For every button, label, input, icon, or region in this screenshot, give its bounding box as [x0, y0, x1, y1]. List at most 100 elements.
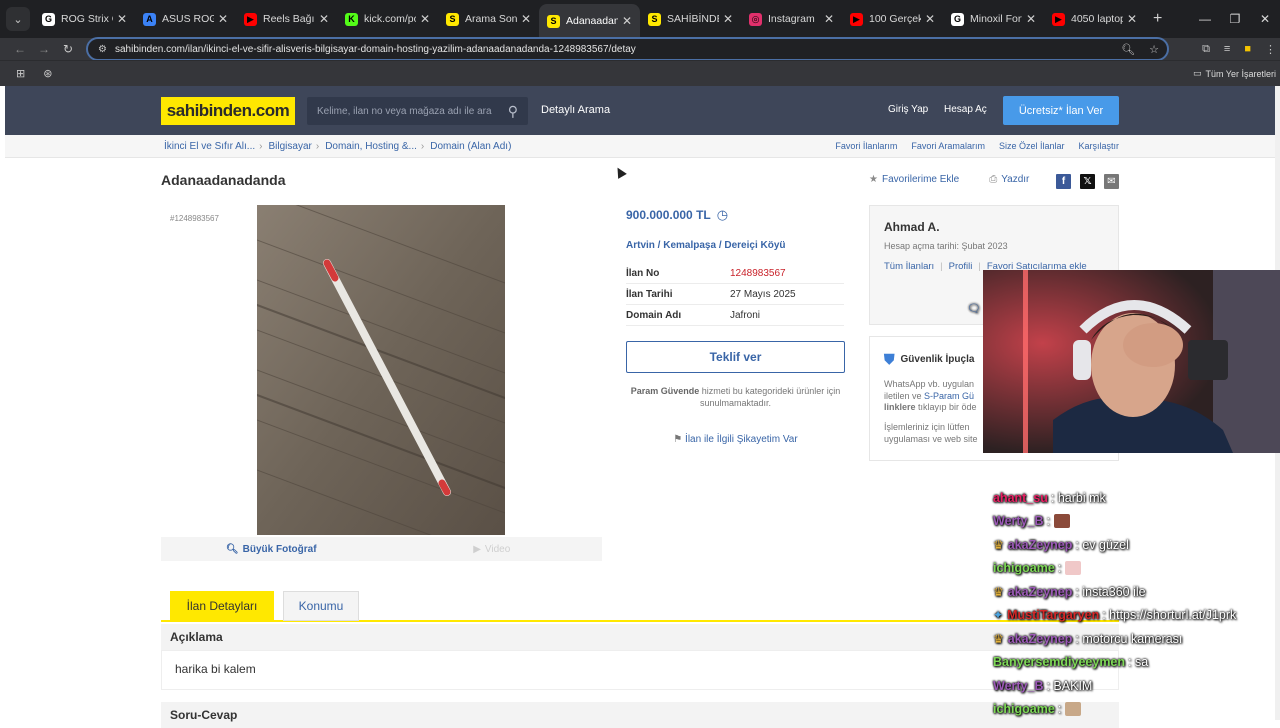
tab-search-button[interactable]: ⌄ [6, 7, 30, 31]
info-value: 27 Mayıs 2025 [730, 288, 796, 300]
register-link[interactable]: Hesap Aç [944, 104, 987, 115]
chat-text: : BAKIM [1046, 678, 1093, 693]
site-logo[interactable]: sahibinden.com [161, 97, 295, 125]
apps-icon[interactable]: ⊞ [16, 67, 25, 80]
chat-username[interactable]: akaZeynep [1008, 632, 1073, 646]
big-photo-button[interactable]: 🔍︎ Büyük Fotoğraf [161, 537, 382, 561]
facebook-icon[interactable]: f [1056, 174, 1071, 189]
breadcrumb-item[interactable]: Bilgisayar [268, 141, 311, 152]
tab-close-icon[interactable]: ✕ [420, 12, 430, 26]
user-link[interactable]: Favori Aramalarım [911, 141, 985, 151]
chat-username[interactable]: Banyersemdiyeeymen [993, 655, 1125, 669]
chat-username[interactable]: akaZeynep [1008, 585, 1073, 599]
chat-username[interactable]: Werty_B [993, 514, 1043, 528]
site-info-icon[interactable]: ⚙ [98, 44, 107, 55]
tab-favicon-icon: ▶ [1052, 12, 1065, 26]
seller-profile-link[interactable]: Profili [949, 261, 973, 272]
breadcrumb-item[interactable]: Domain (Alan Adı) [430, 141, 511, 152]
browser-tab[interactable]: Kkick.com/pope ✕ [337, 4, 438, 34]
reload-icon[interactable]: ↻ [56, 42, 80, 56]
streamer-webcam-image [983, 270, 1280, 453]
forward-icon[interactable]: → [32, 42, 56, 56]
chat-text: : motorcu kamerası [1075, 631, 1183, 646]
browser-tab[interactable]: ◎ Instagram ✕ [741, 4, 842, 34]
new-tab-button[interactable]: + [1153, 10, 1162, 28]
address-bar[interactable]: ⚙ sahibinden.com/ilan/ikinci-el-ve-sifir… [86, 37, 1169, 61]
tab-close-icon[interactable]: ✕ [1026, 12, 1036, 26]
chat-message: ✦ MustiTargaryen: https://shorturl.at/J1p… [993, 604, 1280, 628]
folder-icon: ▭ [1192, 68, 1202, 78]
print-button[interactable]: ⎙ Yazdır [989, 174, 1029, 185]
browser-tab[interactable]: S SAHİBİNDEN M ✕ [640, 4, 741, 34]
listing-location[interactable]: Artvin / Kemalpaşa / Dereiçi Köyü [626, 240, 786, 251]
tab-title: 100 Gerçek Oy [869, 13, 921, 25]
chat-username[interactable]: Werty_B [993, 679, 1043, 693]
chat-username[interactable]: ichigoame [993, 702, 1055, 716]
seller-all-listings-link[interactable]: Tüm İlanları [884, 261, 934, 272]
browser-tab[interactable]: ▶ Reels Bağımlılı ✕ [236, 4, 337, 34]
tab-close-icon[interactable]: ✕ [117, 12, 127, 26]
extensions-icon[interactable]: ⧉ [1202, 43, 1210, 56]
tab-title: Adanaadanadan [566, 15, 618, 27]
user-link[interactable]: Favori İlanlarım [835, 141, 897, 151]
all-bookmarks[interactable]: ▭ Tüm Yer İşaretleri [1193, 68, 1276, 79]
search-icon[interactable]: ⚲ [508, 103, 518, 120]
info-row: Domain Adı Jafroni [626, 305, 844, 326]
tab-close-icon[interactable]: ✕ [622, 14, 632, 28]
detailed-search-link[interactable]: Detaylı Arama [541, 104, 610, 116]
login-link[interactable]: Giriş Yap [888, 104, 928, 115]
browser-tab[interactable]: A ASUS ROG Strix ✕ [135, 4, 236, 34]
browser-tab[interactable]: G ROG Strix G614 ✕ [34, 4, 135, 34]
close-window-icon[interactable]: ✕ [1250, 12, 1280, 26]
report-listing-link[interactable]: ⚑ İlan ile İlgili Şikayetim Var [626, 434, 845, 445]
zoom-icon[interactable]: 🔍︎ [1121, 43, 1135, 56]
tab-favicon-icon: S [547, 14, 560, 28]
tab-close-icon[interactable]: ✕ [925, 12, 935, 26]
browser-tab[interactable]: ▶ 4050 laptop ve ✕ [1044, 4, 1145, 34]
info-value: Jafroni [730, 309, 761, 321]
user-link[interactable]: Karşılaştır [1078, 141, 1119, 151]
browser-tab[interactable]: ▶ 100 Gerçek Oy ✕ [842, 4, 943, 34]
back-icon[interactable]: ← [8, 42, 32, 56]
tab-close-icon[interactable]: ✕ [824, 12, 834, 26]
breadcrumb-item[interactable]: İkinci El ve Sıfır Alı... [164, 141, 255, 152]
listing-actions: ★ Favorilerime Ekle ⎙ Yazdır [869, 174, 1029, 185]
menu-icon[interactable]: ⋮ [1265, 43, 1276, 56]
user-link[interactable]: Size Özel İlanlar [999, 141, 1065, 151]
tab-listing-details[interactable]: İlan Detayları [170, 591, 274, 621]
search-input[interactable]: Kelime, ilan no veya mağaza adı ile ara … [307, 97, 528, 125]
video-button: ▶ Video [473, 543, 511, 555]
tab-close-icon[interactable]: ✕ [218, 12, 228, 26]
add-favorite-button[interactable]: ★ Favorilerime Ekle [869, 174, 959, 185]
tab-close-icon[interactable]: ✕ [723, 12, 733, 26]
browser-tab[interactable]: S Arama Sonuçla ✕ [438, 4, 539, 34]
tab-title: ASUS ROG Strix [162, 13, 214, 25]
minimize-icon[interactable]: — [1190, 12, 1220, 26]
price-history-icon[interactable]: ◷ [717, 207, 728, 223]
listing-price: 900.000.000 TL ◷ [626, 207, 729, 223]
message-icon[interactable]: 🗨︎ [967, 297, 981, 321]
media-icon[interactable]: ≡ [1224, 43, 1230, 56]
browser-tab[interactable]: S Adanaadanadan ✕ [539, 4, 640, 38]
info-key: İlan No [626, 267, 660, 279]
tab-close-icon[interactable]: ✕ [1127, 12, 1137, 26]
breadcrumb-item[interactable]: Domain, Hosting &... [325, 141, 417, 152]
chat-username[interactable]: MustiTargaryen [1007, 608, 1099, 622]
x-icon[interactable]: 𝕏 [1080, 174, 1095, 189]
post-listing-button[interactable]: Ücretsiz* İlan Ver [1003, 96, 1119, 125]
chat-username[interactable]: ichigoame [993, 561, 1055, 575]
tab-close-icon[interactable]: ✕ [319, 12, 329, 26]
extension-icon[interactable]: ■ [1244, 43, 1251, 56]
chat-username[interactable]: ahant_su [993, 491, 1048, 505]
listing-photo[interactable] [257, 205, 505, 535]
tab-title: Arama Sonuçla [465, 13, 517, 25]
globe-icon[interactable]: ⊛ [43, 67, 52, 80]
email-icon[interactable]: ✉ [1104, 174, 1119, 189]
restore-icon[interactable]: ❐ [1220, 12, 1250, 26]
browser-tab[interactable]: G Minoxil Forte 5 ✕ [943, 4, 1044, 34]
tab-location[interactable]: Konumu [283, 591, 359, 621]
make-offer-button[interactable]: Teklif ver [626, 341, 845, 373]
bookmark-star-icon[interactable]: ☆ [1149, 43, 1159, 56]
tab-close-icon[interactable]: ✕ [521, 12, 531, 26]
chat-username[interactable]: akaZeynep [1008, 538, 1073, 552]
